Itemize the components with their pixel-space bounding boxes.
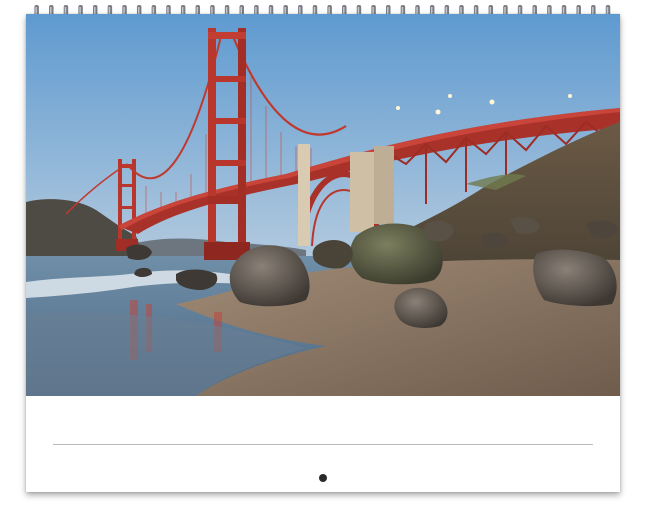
wall-calendar: [26, 14, 620, 492]
calendar-grid-area: [26, 396, 620, 492]
hanging-hole: [319, 474, 327, 482]
calendar-photo: [26, 14, 620, 396]
golden-gate-bridge-photo: [26, 14, 620, 396]
divider-line: [53, 444, 593, 445]
